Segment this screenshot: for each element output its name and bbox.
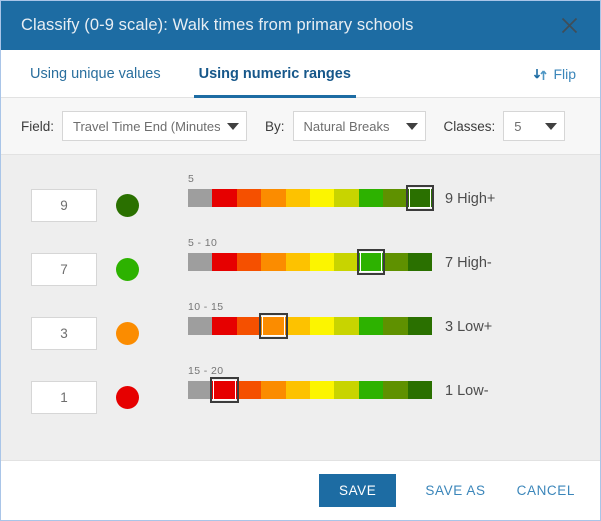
color-ramp-swatch[interactable] — [407, 189, 433, 207]
color-ramp-swatch[interactable] — [188, 253, 213, 271]
color-ramp-block: 5 — [188, 172, 434, 211]
class-break-row: 9 5 9 High+ — [1, 169, 600, 233]
color-ramp-block: 15 - 20 — [188, 364, 433, 403]
color-ramp-swatch[interactable] — [261, 381, 286, 399]
tab-using-numeric-ranges[interactable]: Using numeric ranges — [193, 50, 357, 98]
close-button[interactable] — [552, 9, 586, 43]
tab-using-unique-values[interactable]: Using unique values — [25, 50, 166, 98]
color-ramp-swatch[interactable] — [407, 253, 433, 271]
save-as-button[interactable]: SAVE AS — [423, 474, 487, 507]
color-ramp-swatch[interactable] — [212, 189, 237, 207]
class-break-label: 1 Low- — [445, 383, 489, 399]
color-ramp-block: 10 - 15 — [188, 300, 433, 339]
tab-label: Using unique values — [30, 66, 161, 82]
color-ramp-swatch[interactable] — [236, 317, 262, 335]
color-ramp — [188, 249, 433, 275]
dialog-titlebar: Classify (0-9 scale): Walk times from pr… — [1, 1, 600, 50]
color-ramp-swatch[interactable] — [236, 381, 262, 399]
color-ramp — [188, 185, 434, 211]
class-color-dot[interactable] — [116, 194, 139, 217]
class-break-value-input[interactable]: 1 — [31, 381, 97, 414]
color-ramp-swatch[interactable] — [358, 189, 384, 207]
class-break-value-input[interactable]: 3 — [31, 317, 97, 350]
field-select-value: Travel Time End (Minutes) — [73, 118, 221, 134]
class-color-dot[interactable] — [116, 322, 139, 345]
color-ramp-swatch[interactable] — [383, 253, 408, 271]
save-button[interactable]: SAVE — [318, 474, 397, 507]
method-select[interactable]: Natural Breaks — [292, 111, 426, 141]
color-ramp-swatch[interactable] — [310, 317, 335, 335]
class-break-row: 1 15 - 20 1 Low- — [1, 361, 600, 425]
color-ramp — [188, 377, 433, 403]
color-ramp-swatch[interactable] — [358, 381, 384, 399]
tab-bar: Using unique values Using numeric ranges… — [1, 50, 600, 98]
color-ramp-swatch[interactable] — [334, 253, 359, 271]
color-ramp-swatch[interactable] — [334, 317, 359, 335]
class-range-label: 10 - 15 — [188, 301, 224, 313]
classes-label: Classes: — [443, 118, 496, 134]
color-ramp-swatch[interactable] — [310, 189, 335, 207]
flip-label: Flip — [553, 66, 576, 82]
class-break-row: 7 5 - 10 7 High- — [1, 233, 600, 297]
class-color-dot[interactable] — [116, 258, 139, 281]
color-ramp-swatch[interactable] — [358, 253, 384, 271]
color-ramp-swatch[interactable] — [261, 317, 286, 335]
color-ramp-swatch[interactable] — [407, 317, 433, 335]
classes-select-value: 5 — [514, 118, 522, 134]
by-label: By: — [265, 118, 285, 134]
tab-label: Using numeric ranges — [198, 66, 351, 82]
class-break-value-input[interactable]: 7 — [31, 253, 97, 286]
color-ramp-swatch[interactable] — [188, 317, 213, 335]
class-color-dot[interactable] — [116, 386, 139, 409]
color-ramp-swatch[interactable] — [212, 381, 237, 399]
color-ramp-swatch[interactable] — [212, 317, 237, 335]
field-label: Field: — [21, 118, 55, 134]
classification-options-bar: Field: Travel Time End (Minutes) By: Nat… — [1, 98, 600, 155]
class-range-label: 5 — [188, 173, 195, 185]
color-ramp-swatch[interactable] — [188, 189, 213, 207]
class-break-label: 3 Low+ — [445, 319, 493, 335]
color-ramp-swatch[interactable] — [285, 381, 311, 399]
color-ramp-swatch[interactable] — [310, 381, 335, 399]
color-ramp-swatch[interactable] — [334, 189, 359, 207]
color-ramp-swatch[interactable] — [358, 317, 384, 335]
classify-dialog: Classify (0-9 scale): Walk times from pr… — [0, 0, 601, 521]
class-break-row: 3 10 - 15 3 Low+ — [1, 297, 600, 361]
chevron-down-icon — [538, 122, 564, 130]
color-ramp-swatch[interactable] — [407, 381, 433, 399]
color-ramp-swatch[interactable] — [285, 317, 311, 335]
color-ramp-swatch[interactable] — [188, 381, 213, 399]
cancel-button[interactable]: CANCEL — [515, 474, 577, 507]
color-ramp-swatch[interactable] — [236, 189, 262, 207]
color-ramp — [188, 313, 433, 339]
field-select[interactable]: Travel Time End (Minutes) — [62, 111, 248, 141]
color-ramp-swatch[interactable] — [212, 253, 237, 271]
method-select-value: Natural Breaks — [303, 118, 390, 134]
class-break-list: 9 5 9 High+ 7 5 - 10 7 High- 3 10 - 15 3 Low+ 1 15… — [1, 155, 600, 460]
down-up-arrows-icon — [534, 68, 548, 80]
color-ramp-swatch[interactable] — [334, 381, 359, 399]
color-ramp-swatch[interactable] — [261, 253, 286, 271]
dialog-footer: SAVE SAVE AS CANCEL — [1, 460, 600, 520]
chevron-down-icon — [220, 122, 246, 130]
color-ramp-swatch[interactable] — [383, 317, 408, 335]
class-break-label: 7 High- — [445, 255, 492, 271]
class-range-label: 15 - 20 — [188, 365, 224, 377]
flip-button[interactable]: Flip — [533, 50, 582, 98]
close-icon — [561, 17, 577, 34]
class-range-label: 5 - 10 — [188, 237, 218, 249]
dialog-title: Classify (0-9 scale): Walk times from pr… — [21, 16, 414, 34]
color-ramp-swatch[interactable] — [261, 189, 286, 207]
class-break-label: 9 High+ — [445, 191, 496, 207]
classes-select[interactable]: 5 — [503, 111, 566, 141]
color-ramp-block: 5 - 10 — [188, 236, 433, 275]
color-ramp-swatch[interactable] — [236, 253, 262, 271]
class-break-value-input[interactable]: 9 — [31, 189, 97, 222]
color-ramp-swatch[interactable] — [285, 253, 311, 271]
color-ramp-swatch[interactable] — [310, 253, 335, 271]
color-ramp-swatch[interactable] — [383, 381, 408, 399]
color-ramp-swatch[interactable] — [285, 189, 311, 207]
chevron-down-icon — [399, 122, 425, 130]
color-ramp-swatch[interactable] — [383, 189, 408, 207]
